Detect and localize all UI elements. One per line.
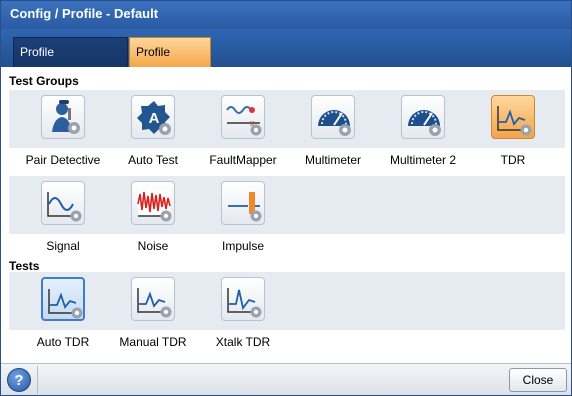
- tab-profile-management[interactable]: Profile Management: [13, 37, 128, 87]
- tab-strip: Profile Management Profile Details: [1, 29, 571, 87]
- profile-details-panel: Test Groups Pair Detective A Auto Test x…: [1, 67, 571, 363]
- bottom-bar-divider: [37, 366, 38, 394]
- bottom-bar: ? Close: [1, 363, 571, 395]
- window-title: Config / Profile - Default: [1, 1, 571, 29]
- test-group-tdr[interactable]: TDR: [469, 95, 555, 175]
- test-group-multimeter-2[interactable]: Multimeter 2: [379, 95, 465, 175]
- gauge-icon[interactable]: [311, 95, 355, 139]
- auto-test-badge-icon[interactable]: A: [131, 95, 175, 139]
- test-group-label: Impulse: [221, 239, 265, 253]
- tab-profile-details[interactable]: Profile Details: [129, 37, 211, 87]
- tdr-trace-icon[interactable]: [131, 277, 175, 321]
- technician-icon[interactable]: [41, 95, 85, 139]
- test-group-impulse[interactable]: Impulse: [199, 181, 285, 261]
- test-groups-heading: Test Groups: [9, 74, 79, 88]
- help-button[interactable]: ?: [7, 368, 31, 392]
- test-group-pair-detective[interactable]: Pair Detective: [19, 95, 105, 175]
- test-group-multimeter[interactable]: Multimeter: [289, 95, 375, 175]
- test-manual-tdr[interactable]: Manual TDR: [109, 277, 195, 357]
- tdr-trace-icon[interactable]: [491, 95, 535, 139]
- test-group-label: TDR: [500, 153, 526, 167]
- svg-text:A: A: [149, 110, 160, 127]
- tdr-trace-icon[interactable]: [221, 277, 265, 321]
- impulse-icon[interactable]: [221, 181, 265, 225]
- tdr-trace-icon[interactable]: [41, 277, 85, 321]
- test-label: Xtalk TDR: [215, 335, 271, 349]
- test-group-signal[interactable]: Signal: [19, 181, 105, 261]
- close-button[interactable]: Close: [509, 368, 567, 392]
- noise-spectrum-icon[interactable]: [131, 181, 175, 225]
- test-group-faultmapper[interactable]: x FaultMapper: [199, 95, 285, 175]
- fault-mapper-icon[interactable]: x: [221, 95, 265, 139]
- test-group-noise[interactable]: Noise: [109, 181, 195, 261]
- config-profile-window: Config / Profile - Default Profile Manag…: [0, 0, 572, 396]
- test-xtalk-tdr[interactable]: Xtalk TDR: [199, 277, 285, 357]
- signal-wave-icon[interactable]: [41, 181, 85, 225]
- tests-heading: Tests: [9, 259, 40, 273]
- test-auto-tdr[interactable]: Auto TDR: [19, 277, 105, 357]
- test-group-auto-test[interactable]: A Auto Test: [109, 95, 195, 175]
- gauge-icon[interactable]: [401, 95, 445, 139]
